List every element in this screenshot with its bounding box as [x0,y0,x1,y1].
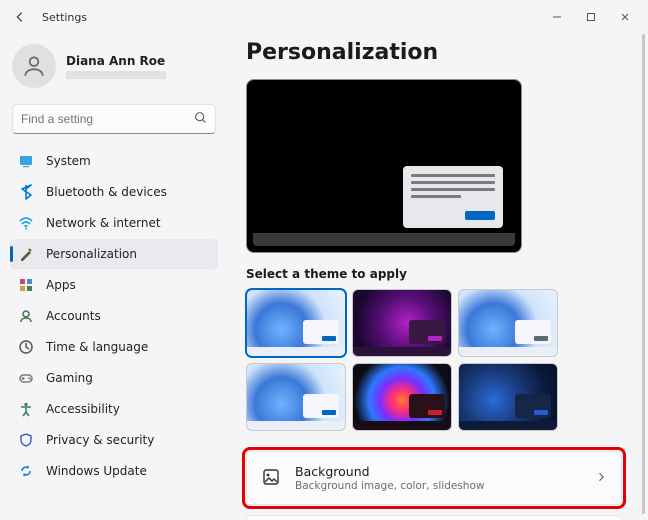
sidebar-item-label: Accounts [46,309,101,323]
page-title: Personalization [246,40,622,65]
sidebar-item-label: Gaming [46,371,93,385]
sidebar-item-label: System [46,154,91,168]
theme-bloom-light-1[interactable] [246,289,346,357]
sidebar-item-update[interactable]: Windows Update [10,456,218,486]
network-icon [18,215,34,231]
theme-bloom-light-3[interactable] [246,363,346,431]
personalize-icon [18,246,34,262]
setting-card-background[interactable]: BackgroundBackground image, color, slide… [246,451,622,505]
minimize-button[interactable] [540,3,574,31]
search-box[interactable] [12,104,216,134]
setting-card-colors[interactable]: ColorsAccent color, transparency effects… [246,515,622,520]
sidebar-item-gaming[interactable]: Gaming [10,363,218,393]
title-bar: Settings [0,0,648,34]
preview-taskbar [253,233,515,246]
gaming-icon [18,370,34,386]
search-input[interactable] [21,112,194,126]
theme-grid [246,289,558,431]
desktop-preview [246,79,522,253]
maximize-button[interactable] [574,3,608,31]
close-button[interactable] [608,3,642,31]
sidebar-item-label: Apps [46,278,76,292]
sidebar-item-label: Network & internet [46,216,161,230]
user-header[interactable]: Diana Ann Roe [10,38,218,98]
sidebar-item-label: Time & language [46,340,148,354]
time-icon [18,339,34,355]
privacy-icon [18,432,34,448]
apps-icon [18,277,34,293]
avatar [12,44,56,88]
main-panel: Personalization Select a theme to apply … [222,34,648,520]
window-title: Settings [42,11,87,24]
sidebar-item-access[interactable]: Accessibility [10,394,218,424]
card-title: Background [295,464,484,479]
sidebar-item-network[interactable]: Network & internet [10,208,218,238]
theme-flower-dark[interactable] [352,363,452,431]
chevron-right-icon [595,471,607,486]
search-icon [194,111,207,127]
sidebar-item-label: Bluetooth & devices [46,185,167,199]
back-button[interactable] [6,3,34,31]
nav-list: System Bluetooth & devices Network & inter… [10,146,218,486]
card-subtitle: Background image, color, slideshow [295,480,484,492]
theme-bloom-light-2[interactable] [458,289,558,357]
sidebar: Diana Ann Roe System Bluetooth & devices N… [0,34,222,520]
theme-purple-dark[interactable] [352,289,452,357]
accounts-icon [18,308,34,324]
background-icon [261,467,281,490]
sidebar-item-label: Privacy & security [46,433,154,447]
sidebar-item-personalize[interactable]: Personalization [10,239,218,269]
access-icon [18,401,34,417]
sidebar-item-system[interactable]: System [10,146,218,176]
sidebar-item-accounts[interactable]: Accounts [10,301,218,331]
sidebar-item-label: Windows Update [46,464,147,478]
preview-window [403,166,503,228]
user-name: Diana Ann Roe [66,54,166,68]
theme-section-header: Select a theme to apply [246,267,622,281]
sidebar-item-bluetooth[interactable]: Bluetooth & devices [10,177,218,207]
sidebar-item-apps[interactable]: Apps [10,270,218,300]
sidebar-item-privacy[interactable]: Privacy & security [10,425,218,455]
system-icon [18,153,34,169]
bluetooth-icon [18,184,34,200]
sidebar-item-time[interactable]: Time & language [10,332,218,362]
scrollbar[interactable] [642,34,645,514]
sidebar-item-label: Personalization [46,247,137,261]
update-icon [18,463,34,479]
user-email-placeholder [66,71,166,79]
theme-bloom-dark[interactable] [458,363,558,431]
sidebar-item-label: Accessibility [46,402,120,416]
